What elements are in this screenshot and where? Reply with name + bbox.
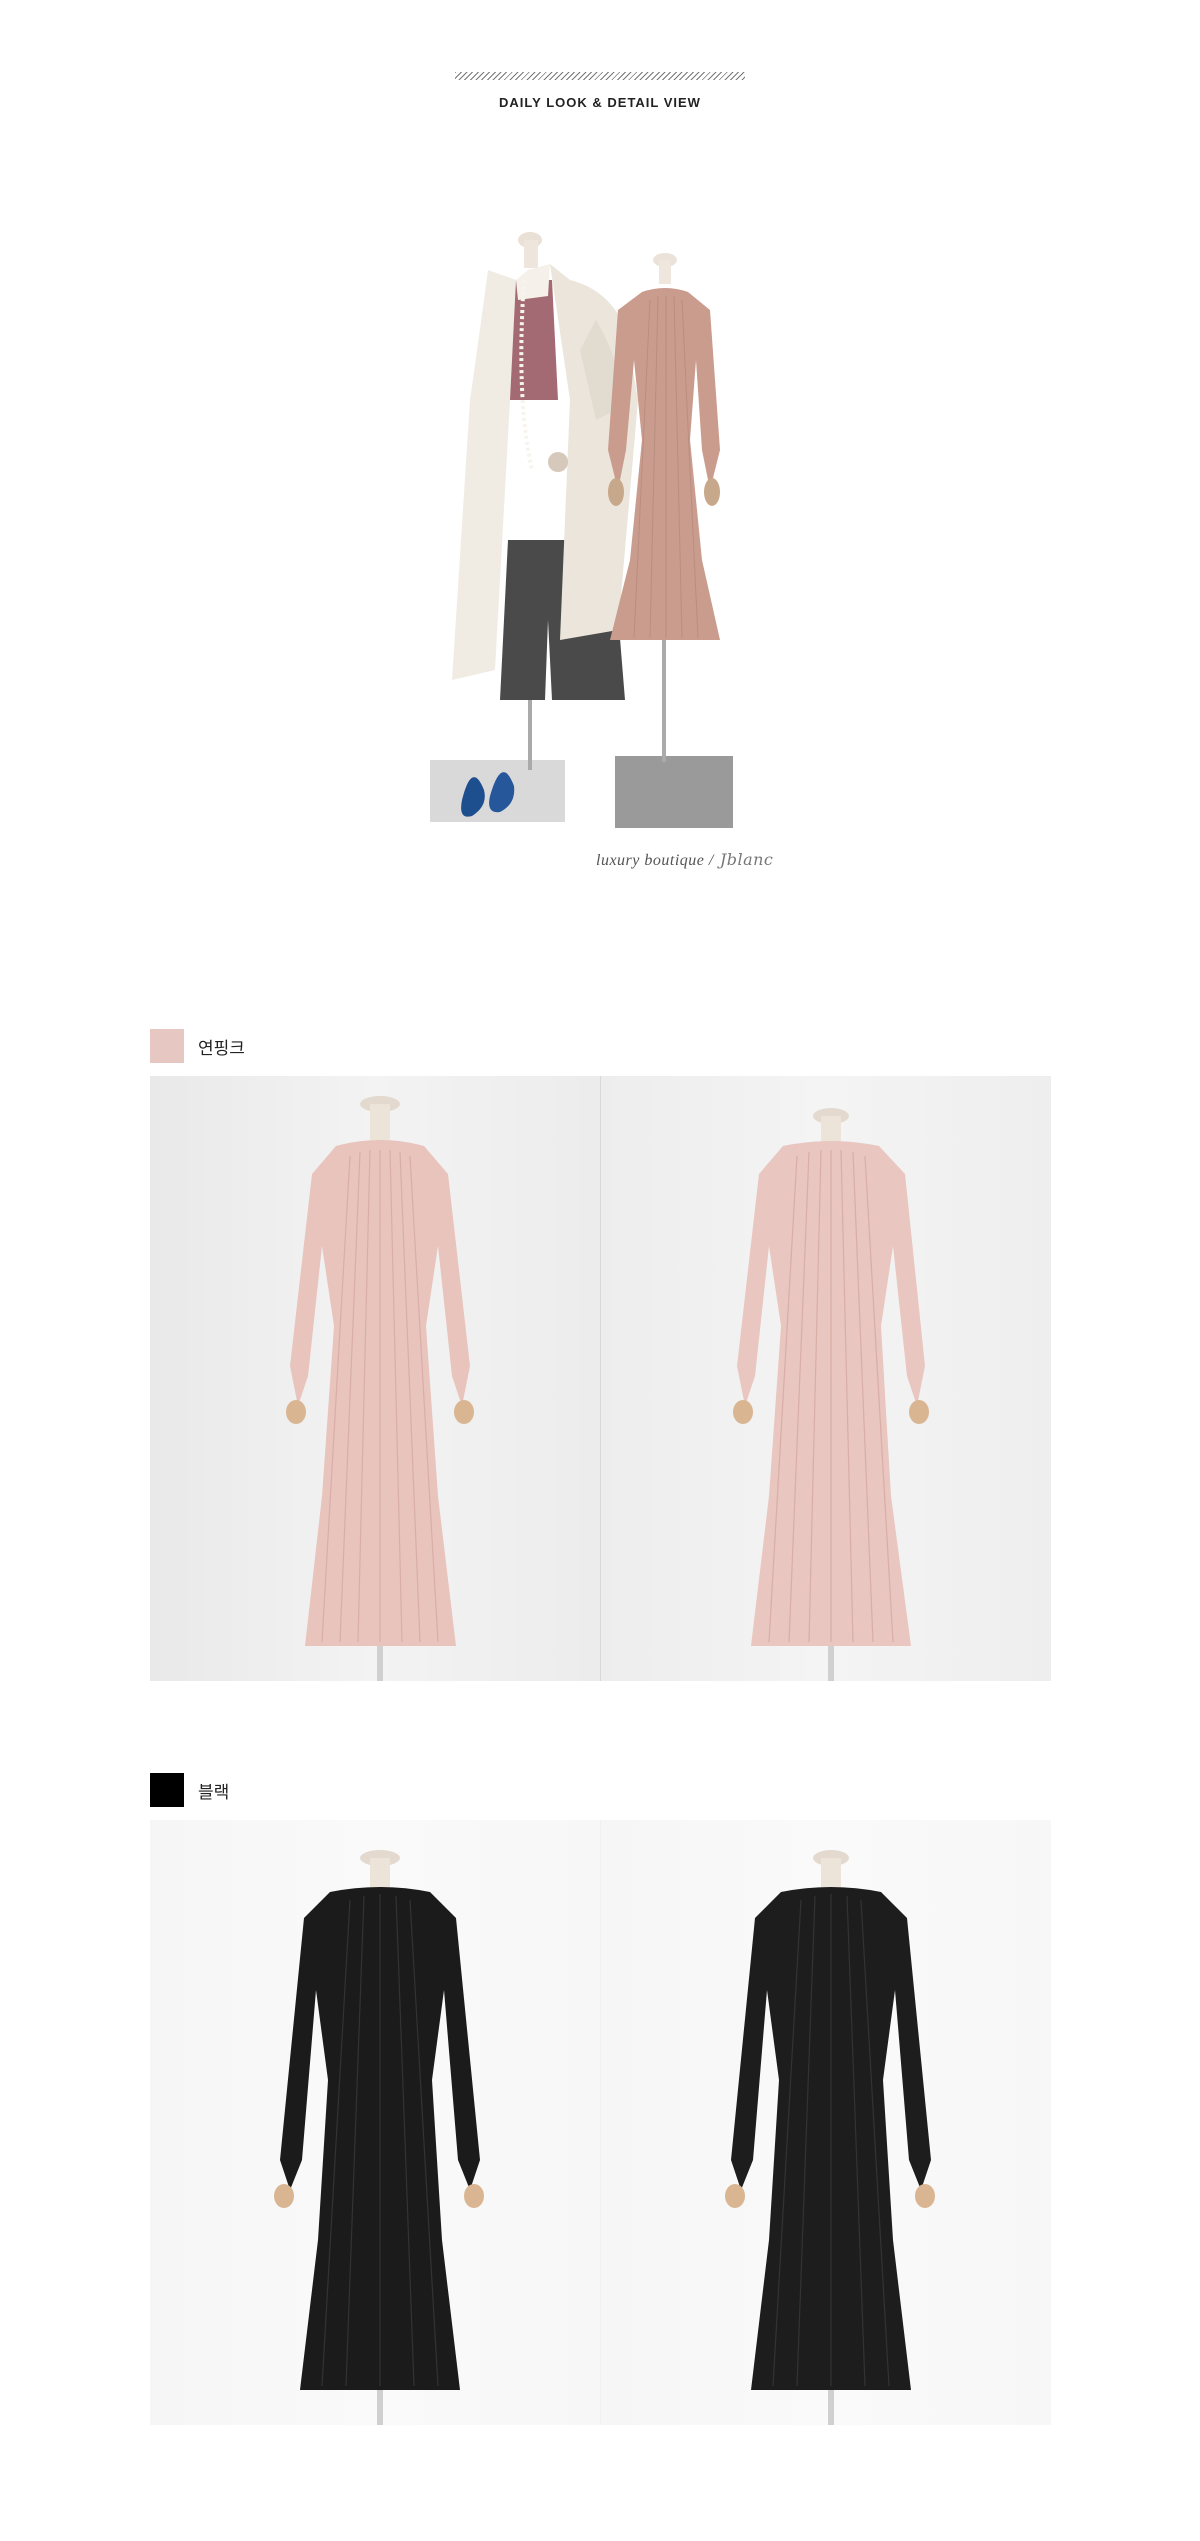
signature-text: luxury boutique / [596,852,714,869]
right-stand-base [615,756,733,828]
color-swatch-pink [150,1029,184,1063]
section-title: DAILY LOOK & DETAIL VIEW [499,95,701,110]
color-option-pink: 연핑크 [150,1028,245,1064]
black-dress-back-photo [601,1820,1051,2425]
pink-dress-photo-row [150,1076,1051,1681]
color-swatch-black [150,1773,184,1807]
pink-dress-back-photo [601,1076,1051,1681]
color-option-black: 블랙 [150,1772,229,1808]
black-dress-photo-row [150,1820,1051,2425]
color-label-pink: 연핑크 [198,1038,245,1058]
brand-signature: luxury boutique / Jblanc [596,850,773,870]
hero-mannequin-image [420,200,840,850]
signature-mark: Jblanc [719,850,774,869]
pink-dress-front-photo [150,1076,600,1681]
decorative-hatch-line [455,72,745,80]
color-label-black: 블랙 [198,1782,230,1802]
black-dress-front-photo [150,1820,600,2425]
